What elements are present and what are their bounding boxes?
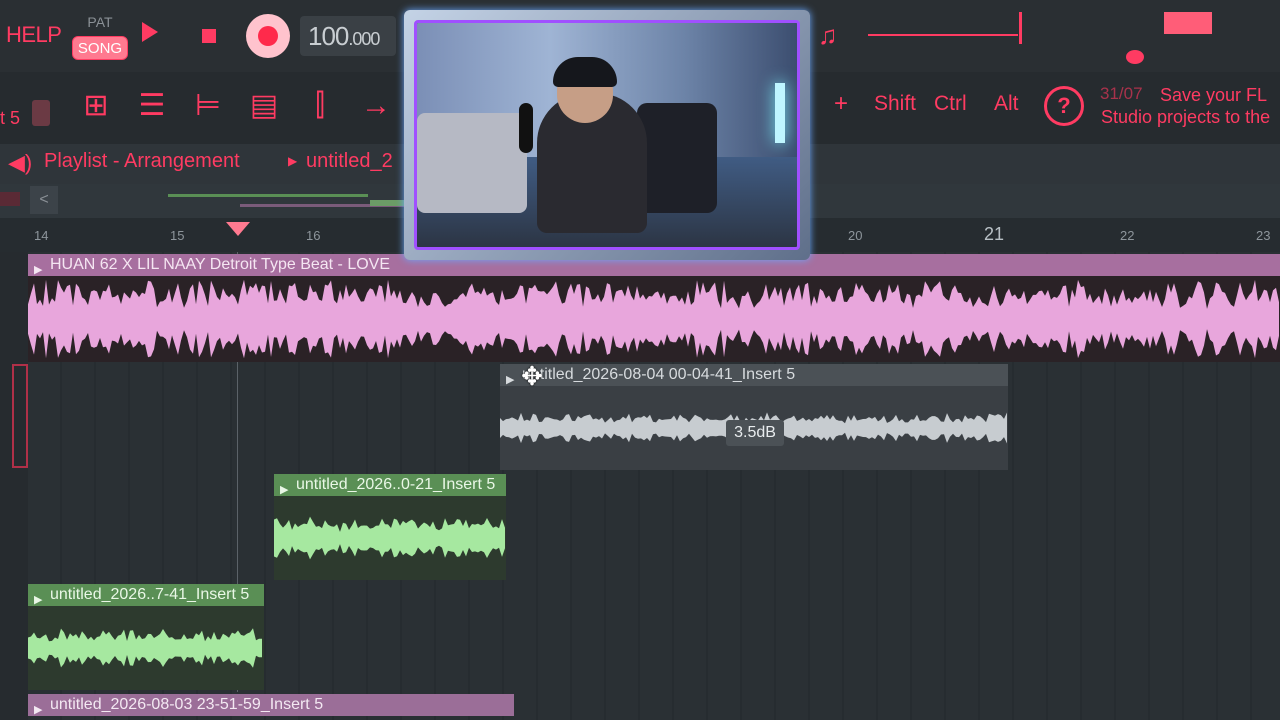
clip-title: untitled_2026-08-03 23-51-59_Insert 5: [50, 696, 324, 713]
stop-icon[interactable]: [202, 29, 216, 43]
pat-label[interactable]: PAT: [72, 14, 128, 30]
bar-number: 22: [1120, 228, 1135, 243]
playlist-title: Playlist - Arrangement: [44, 150, 240, 172]
master-pitch-marker[interactable]: [1019, 12, 1022, 44]
audio-clip-beat[interactable]: ▶︎ HUAN 62 X LIL NAAY Detroit Type Beat …: [28, 254, 1280, 362]
hint-count: 31/07: [1100, 84, 1143, 103]
clip-title: untitled_2026..0-21_Insert 5: [296, 476, 496, 493]
track-header-column: [0, 252, 28, 720]
webcam-couch: [417, 113, 527, 213]
clip-title: untitled_2026..7-41_Insert 5: [50, 586, 250, 603]
move-cursor-icon: ✥: [521, 361, 543, 391]
master-pitch-line: [868, 34, 1018, 36]
play-icon[interactable]: [142, 22, 158, 42]
clip-play-icon: ▶︎: [34, 704, 43, 716]
hint-text-line2: Studio projects to the: [1101, 107, 1271, 127]
overview-clip-green: [168, 194, 368, 197]
bar-number: 16: [306, 228, 321, 243]
piano-roll-icon[interactable]: ⊨: [190, 86, 226, 126]
waveform-shape: [274, 516, 505, 560]
add-button[interactable]: +: [834, 90, 848, 118]
waveform-shape: [28, 279, 1279, 359]
arrow-right-icon[interactable]: →: [358, 86, 394, 126]
cpu-meter: [1164, 12, 1212, 34]
track-header-marker: [0, 192, 20, 206]
audio-clip-selected[interactable]: ▶︎ untitled_2026-08-04 00-04-41_Insert 5: [500, 364, 1008, 470]
clip-header[interactable]: ▶︎ untitled_2026..0-21_Insert 5: [274, 474, 506, 496]
tempo-field[interactable]: 100.000: [300, 16, 396, 56]
track-selection-indicator[interactable]: [12, 364, 28, 468]
webcam-overlay: [404, 10, 810, 260]
webcam-beanie: [553, 57, 617, 87]
clip-title: untitled_2026-08-04 00-04-41_Insert 5: [522, 366, 796, 383]
bar-number: 21: [984, 224, 1005, 244]
clip-waveform: [28, 279, 1279, 359]
pattern-selector[interactable]: untitled_2: [306, 150, 393, 173]
webcam-chair: [637, 103, 717, 213]
breadcrumb-chevron-icon: ▶: [288, 154, 298, 168]
audio-clip-bottom[interactable]: ▶︎ untitled_2026-08-03 23-51-59_Insert 5: [28, 694, 514, 720]
bar-number: 14: [34, 228, 49, 243]
clip-header[interactable]: ▶︎ untitled_2026..7-41_Insert 5: [28, 584, 264, 606]
metronome-icon[interactable]: ♫: [818, 20, 838, 51]
speaker-icon[interactable]: ◀︎): [8, 150, 32, 176]
scroll-left-button[interactable]: <: [30, 186, 58, 214]
waveform-shape: [28, 628, 262, 668]
clip-header[interactable]: ▶︎ untitled_2026-08-03 23-51-59_Insert 5: [28, 694, 514, 716]
clip-waveform: [274, 516, 505, 560]
clip-title: HUAN 62 X LIL NAAY Detroit Type Beat - L…: [50, 256, 391, 273]
hint-bulb-icon[interactable]: ?: [1044, 86, 1084, 126]
insert-label: t 5: [0, 108, 21, 128]
playlist-view-icon[interactable]: ⊞: [78, 86, 114, 126]
browser-icon[interactable]: ▤: [246, 86, 282, 126]
tempo-value: 100: [308, 21, 349, 51]
tempo-decimal: .000: [348, 29, 380, 49]
pat-song-toggle[interactable]: PAT SONG: [72, 12, 128, 62]
help-button[interactable]: HELP: [6, 22, 62, 48]
clip-waveform: [28, 628, 262, 668]
trash-icon[interactable]: [32, 100, 50, 126]
eye-icon[interactable]: [1126, 50, 1144, 64]
bar-number: 20: [848, 228, 863, 243]
clip-header[interactable]: ▶︎ untitled_2026-08-04 00-04-41_Insert 5: [500, 364, 1008, 386]
clip-gain-label: 3.5dB: [726, 420, 784, 446]
track-lane[interactable]: [28, 474, 1280, 584]
shift-key[interactable]: Shift: [874, 92, 916, 116]
bar-number: 15: [170, 228, 185, 243]
microphone-icon: [519, 103, 533, 153]
ctrl-key[interactable]: Ctrl: [934, 92, 967, 116]
audio-clip-vocal-1[interactable]: ▶︎ untitled_2026..0-21_Insert 5: [274, 474, 506, 580]
webcam-light: [775, 83, 785, 143]
playhead-marker[interactable]: [226, 222, 250, 236]
audio-clip-vocal-2[interactable]: ▶︎ untitled_2026..7-41_Insert 5: [28, 584, 264, 690]
hint-text-line1: Save your FL: [1160, 85, 1268, 105]
bar-number: 23: [1256, 228, 1271, 243]
meter-panel: [806, 0, 1280, 72]
webcam-feed: [414, 20, 800, 250]
channel-rack-icon[interactable]: ☰: [134, 86, 170, 126]
alt-key[interactable]: Alt: [994, 92, 1019, 116]
record-icon[interactable]: [246, 14, 290, 58]
mixer-icon[interactable]: ⫿: [302, 86, 338, 126]
song-label[interactable]: SONG: [72, 36, 128, 60]
